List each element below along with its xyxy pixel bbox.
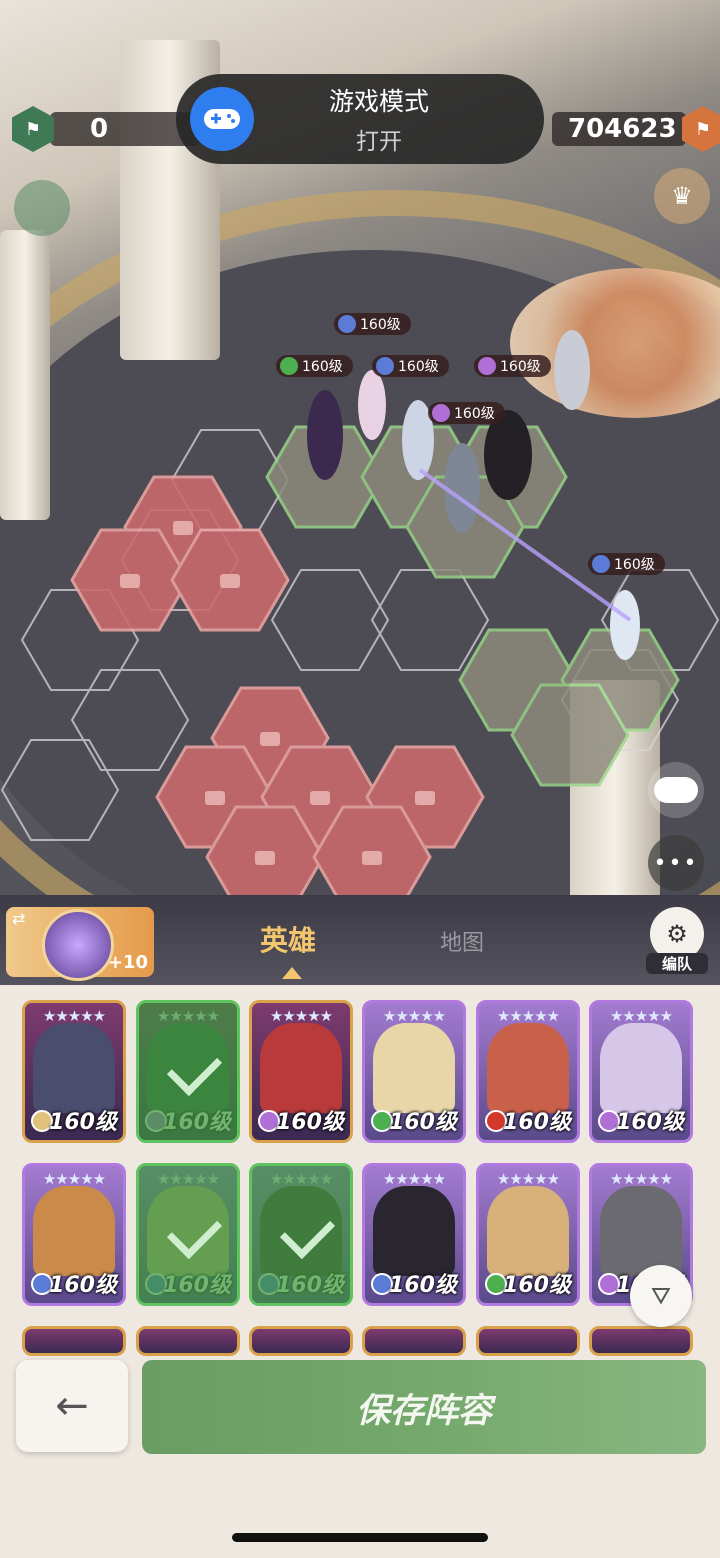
hero-level: 160级 — [503, 1110, 571, 1135]
star-rating-icon: ★★★★★ — [496, 1007, 560, 1025]
save-formation-label: 保存阵容 — [356, 1390, 492, 1431]
hero-card[interactable]: ★★★★★ 160级 — [362, 1000, 466, 1143]
more-dots-icon: ••• — [653, 850, 699, 876]
hero-portrait — [487, 1186, 569, 1276]
chat-button[interactable] — [648, 762, 704, 818]
hero-card[interactable] — [589, 1326, 693, 1356]
hero-level: 160级 — [616, 1110, 684, 1135]
active-tab-indicator — [282, 967, 302, 979]
hero-card[interactable] — [476, 1326, 580, 1356]
toast-status: 打开 — [356, 129, 402, 155]
hero-level: 160级 — [49, 1273, 117, 1298]
hero-card[interactable]: ★★★★★ 160级 — [22, 1163, 126, 1306]
panel-tabbar: ⇄ +10 英雄 地图 ⚙ 编队 — [0, 895, 720, 985]
hero-level: 160级 — [49, 1110, 117, 1135]
left-side-button[interactable] — [14, 180, 70, 236]
nature-faction-icon — [280, 357, 298, 375]
shadow-faction-icon — [478, 357, 496, 375]
tab-map[interactable]: 地图 — [440, 925, 484, 957]
hero-card[interactable]: ★★★★★ 160级 — [249, 1000, 353, 1143]
hero-card[interactable]: ★★★★★160级 — [136, 1000, 240, 1143]
crown-button[interactable]: ♛ — [654, 168, 710, 224]
star-rating-icon: ★★★★★ — [609, 1170, 673, 1188]
star-rating-icon: ★★★★★ — [42, 1007, 106, 1025]
hero-card[interactable]: ★★★★★160级 — [136, 1163, 240, 1306]
left-resource: ⚑ 0 — [12, 105, 200, 153]
resource-badge-icon: ⚑ — [682, 106, 720, 152]
hero-portrait — [33, 1023, 115, 1113]
right-resource-value: 704623 — [568, 114, 677, 144]
hero-card[interactable]: ★★★★★ 160级 — [476, 1163, 580, 1306]
filter-button[interactable]: ⛛ — [630, 1265, 692, 1327]
star-rating-icon: ★★★★★ — [42, 1170, 106, 1188]
hero-level: 160级 — [503, 1273, 571, 1298]
hero-card[interactable]: ★★★★★ 160级 — [589, 1000, 693, 1143]
hero-portrait — [600, 1023, 682, 1113]
game-mode-toast: 游戏模式 打开 — [176, 74, 544, 164]
filter-icon: ⛛ — [650, 1282, 672, 1310]
more-button[interactable]: ••• — [648, 835, 704, 891]
hero-card[interactable] — [249, 1326, 353, 1356]
hero-card[interactable]: ★★★★★ 160级 — [476, 1000, 580, 1143]
star-rating-icon: ★★★★★ — [382, 1170, 446, 1188]
home-indicator[interactable] — [232, 1533, 488, 1542]
formation-label: 编队 — [646, 953, 708, 974]
hero-card[interactable]: ★★★★★160级 — [249, 1163, 353, 1306]
arrow-left-icon: ← — [55, 1383, 89, 1429]
artifact-bonus: +10 — [107, 952, 148, 973]
hero-portrait — [33, 1186, 115, 1276]
hero-level: 160级 — [389, 1273, 457, 1298]
water-faction-icon — [592, 555, 610, 573]
formation-button[interactable]: ⚙ 编队 — [646, 907, 708, 977]
unit-level-tag: 160级 — [276, 355, 353, 377]
hero-portrait — [487, 1023, 569, 1113]
save-formation-button[interactable]: 保存阵容 — [142, 1360, 706, 1454]
artifact-slot[interactable]: ⇄ +10 — [6, 907, 154, 981]
crown-icon: ♛ — [671, 182, 693, 210]
hero-portrait — [260, 1023, 342, 1113]
unit-level-tag: 160级 — [428, 402, 505, 424]
artifact-icon — [42, 909, 114, 981]
star-rating-icon: ★★★★★ — [609, 1007, 673, 1025]
star-rating-icon: ★★★★★ — [382, 1007, 446, 1025]
back-button[interactable]: ← — [16, 1360, 128, 1452]
toast-title: 游戏模式 — [328, 87, 429, 116]
hero-portrait — [600, 1186, 682, 1276]
hero-card[interactable]: ★★★★★ 160级 — [22, 1000, 126, 1143]
shadow-faction-icon — [432, 404, 450, 422]
unit-level-tag: 160级 — [372, 355, 449, 377]
hero-portrait — [373, 1023, 455, 1113]
resource-badge-icon: ⚑ — [12, 106, 54, 152]
left-resource-value: 0 — [90, 114, 109, 144]
hero-level: 160级 — [276, 1110, 344, 1135]
hero-portrait — [373, 1186, 455, 1276]
hero-card[interactable]: ★★★★★ 160级 — [362, 1163, 466, 1306]
hero-level: 160级 — [389, 1110, 457, 1135]
hero-card[interactable] — [136, 1326, 240, 1356]
swap-icon: ⇄ — [12, 909, 26, 928]
chat-bubble-icon — [654, 777, 698, 803]
hero-card[interactable] — [22, 1326, 126, 1356]
water-faction-icon — [376, 357, 394, 375]
unit-level-tag: 160级 — [474, 355, 551, 377]
water-faction-icon — [338, 315, 356, 333]
star-rating-icon: ★★★★★ — [496, 1170, 560, 1188]
hero-card[interactable] — [362, 1326, 466, 1356]
right-resource: 704623 ⚑ — [552, 105, 720, 153]
gamepad-icon — [190, 87, 254, 151]
unit-level-tag: 160级 — [334, 313, 411, 335]
tab-heroes[interactable]: 英雄 — [260, 919, 316, 959]
battlefield-scene: 160级 160级 160级 160级 160级 160级 ⚑ 0 704623… — [0, 0, 720, 905]
star-rating-icon: ★★★★★ — [269, 1007, 333, 1025]
hero-selection-panel: ⇄ +10 英雄 地图 ⚙ 编队 ★★★★★ 160级 ★★★★★ 160级 ★★★★★… — [0, 895, 720, 1558]
unit-level-tag: 160级 — [588, 553, 665, 575]
